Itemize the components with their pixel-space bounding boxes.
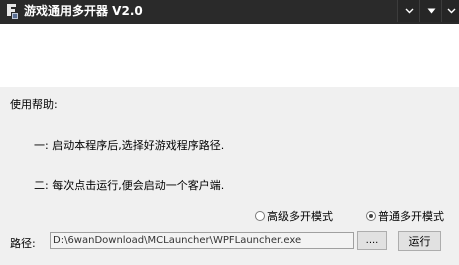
minimize-button[interactable]: [397, 0, 421, 22]
normal-mode-label: 普通多开模式: [378, 210, 444, 223]
app-window: 游戏通用多开器 V2.0 使用帮助: 一: 启动本程序后,选择好游戏程序路径. …: [0, 0, 459, 265]
triangle-down-icon: [427, 6, 436, 17]
advanced-mode-label: 高级多开模式: [267, 210, 333, 223]
help-step-2: 二: 每次点击运行,便会启动一个客户端.: [34, 179, 225, 192]
path-label: 路径:: [10, 237, 36, 250]
app-icon: [4, 3, 20, 20]
radio-dot: [369, 214, 373, 218]
help-heading: 使用帮助:: [10, 98, 58, 111]
chevron-down-icon: [405, 6, 414, 17]
advanced-mode-radio[interactable]: 高级多开模式: [255, 208, 333, 224]
normal-mode-radio[interactable]: 普通多开模式: [366, 208, 444, 224]
title-bar[interactable]: 游戏通用多开器 V2.0: [0, 0, 459, 24]
path-input[interactable]: [50, 232, 354, 249]
chevron-down-icon: [447, 6, 456, 17]
run-button[interactable]: 运行: [398, 231, 441, 251]
radio-unselected-icon: [255, 211, 265, 221]
maximize-button[interactable]: [419, 0, 443, 22]
browse-button[interactable]: ....: [357, 231, 387, 250]
banner-area: [0, 24, 459, 87]
close-button[interactable]: [441, 0, 459, 22]
window-title: 游戏通用多开器 V2.0: [24, 4, 143, 18]
radio-selected-icon: [366, 211, 376, 221]
help-step-1: 一: 启动本程序后,选择好游戏程序路径.: [34, 139, 225, 152]
